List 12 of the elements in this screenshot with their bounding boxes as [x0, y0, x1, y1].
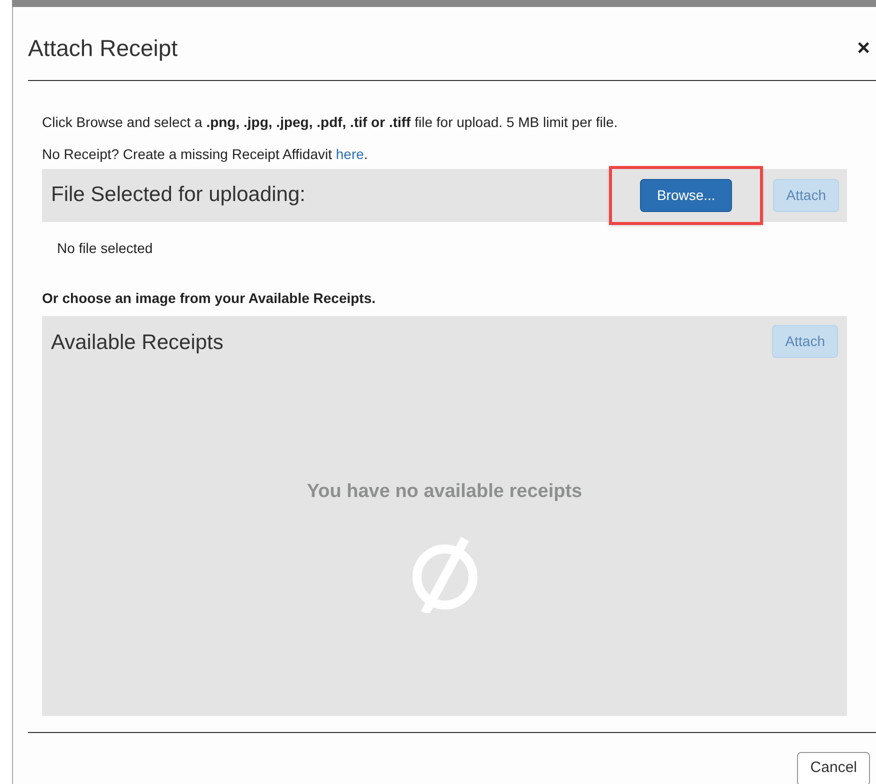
file-status: No file selected — [56, 238, 154, 258]
dialog-title: Attach Receipt — [28, 34, 178, 63]
close-button[interactable]: × — [857, 37, 870, 60]
browse-button[interactable]: Browse... — [640, 178, 732, 212]
available-prompt: Or choose an image from your Available Receipts. — [42, 288, 377, 308]
panel-heading: Available Receipts — [51, 330, 224, 356]
empty-message: You have no available receipts — [306, 480, 582, 504]
here-link[interactable]: here — [336, 146, 364, 162]
affidavit-text: No Receipt? Create a missing Receipt Affidavit here. — [42, 144, 369, 164]
cancel-button[interactable]: Cancel — [797, 752, 870, 784]
panel-heading: File Selected for uploading: — [51, 182, 306, 208]
instruction-text: Click Browse and select a .png, .jpg, .jpeg, .pdf, .tif or .tiff file for upload. 5 MB limit per file. — [42, 112, 619, 132]
